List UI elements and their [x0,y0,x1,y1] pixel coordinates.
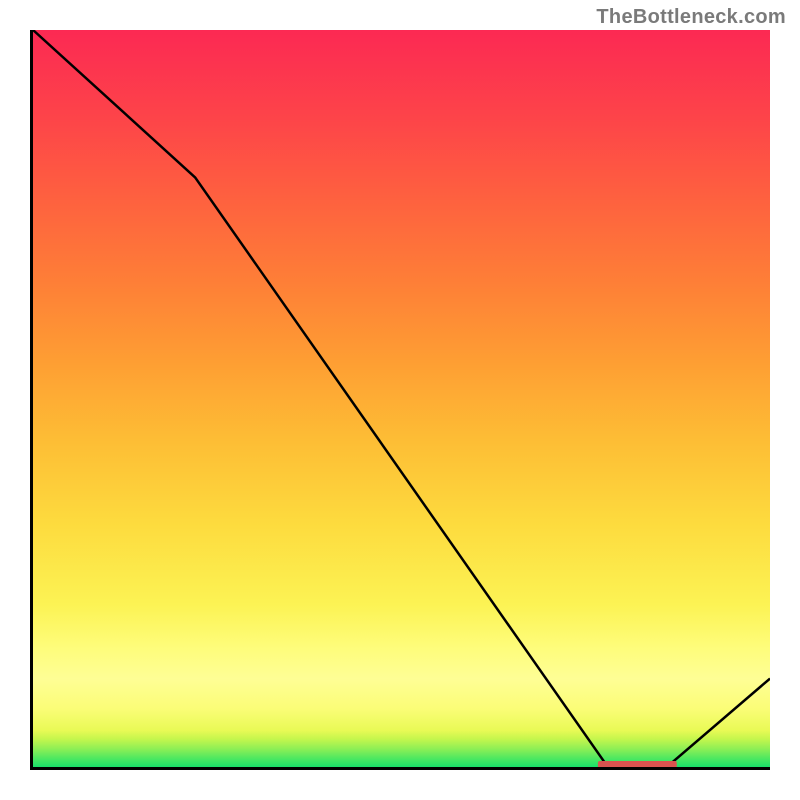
chart-line-layer [33,30,770,767]
sweet-spot-marker [598,761,677,767]
bottleneck-curve-path [33,30,770,767]
chart-plot-area [30,30,770,770]
attribution-label: TheBottleneck.com [596,6,786,29]
